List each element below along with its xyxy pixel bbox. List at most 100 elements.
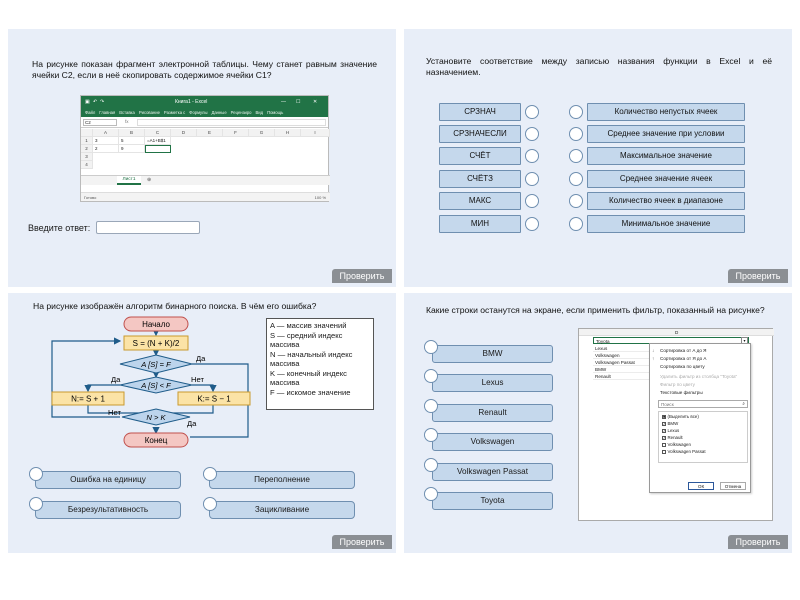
column-header[interactable]: C xyxy=(145,129,171,137)
column-header[interactable]: A xyxy=(93,129,119,137)
ribbon-tab[interactable]: Помощь xyxy=(267,110,283,115)
cancel-button[interactable]: Отмена xyxy=(720,482,746,490)
maximize-icon[interactable]: ☐ xyxy=(296,99,300,105)
sheet-row[interactable]: Volkswagen xyxy=(593,352,653,359)
answer-radio[interactable] xyxy=(29,497,43,511)
meaning-box[interactable]: Количество непустых ячеек xyxy=(587,103,745,121)
function-box[interactable]: СЧЁТЗ xyxy=(439,170,521,188)
answer-option[interactable]: Volkswagen xyxy=(432,433,553,451)
column-header[interactable]: D xyxy=(675,329,678,336)
row-header[interactable]: 2 xyxy=(81,145,93,153)
meaning-box[interactable]: Количество ячеек в диапазоне xyxy=(587,192,745,210)
formula-input[interactable] xyxy=(137,119,326,126)
ribbon-tab[interactable]: Вид xyxy=(256,110,264,115)
answer-option[interactable]: Renault xyxy=(432,404,553,422)
cell-a2[interactable]: 2 xyxy=(93,145,119,153)
column-header[interactable]: E xyxy=(197,129,223,137)
sheet-row[interactable]: Volkswagen Passat xyxy=(593,359,653,366)
ok-button[interactable]: ОК xyxy=(688,482,714,490)
cell-c1[interactable]: =A1+B$1 xyxy=(145,137,171,145)
name-box[interactable]: C2 xyxy=(83,119,117,126)
match-circle-left[interactable] xyxy=(525,172,539,186)
sheet-tab[interactable]: Лист1 xyxy=(117,176,141,185)
answer-option[interactable]: Безрезультативность xyxy=(35,501,181,519)
match-circle-right[interactable] xyxy=(569,105,583,119)
corner-cell[interactable] xyxy=(81,129,93,137)
ribbon-tab[interactable]: Разметка с xyxy=(164,110,185,115)
function-box[interactable]: МИН xyxy=(439,215,521,233)
filter-checkbox[interactable]: ✓ BMW xyxy=(662,421,678,427)
column-header[interactable]: G xyxy=(249,129,275,137)
check-button[interactable]: Проверить xyxy=(332,535,392,549)
row-header[interactable]: 4 xyxy=(81,161,93,169)
filter-search-box[interactable]: Поиск ⌕ xyxy=(658,400,748,408)
cell-a1[interactable]: 3 xyxy=(93,137,119,145)
ribbon-tab[interactable]: Главная xyxy=(99,110,115,115)
ribbon-tab[interactable]: Данные xyxy=(212,110,227,115)
meaning-box[interactable]: Среднее значение ячеек xyxy=(587,170,745,188)
answer-checkbox[interactable] xyxy=(424,458,438,472)
minimize-icon[interactable]: — xyxy=(281,99,286,105)
check-button[interactable]: Проверить xyxy=(332,269,392,283)
column-header[interactable]: I xyxy=(301,129,330,137)
answer-checkbox[interactable] xyxy=(424,399,438,413)
row-header[interactable]: 1 xyxy=(81,137,93,145)
function-box[interactable]: СЧЁТ xyxy=(439,147,521,165)
answer-checkbox[interactable] xyxy=(424,428,438,442)
cell-b1[interactable]: 5 xyxy=(119,137,145,145)
answer-radio[interactable] xyxy=(203,497,217,511)
match-circle-right[interactable] xyxy=(569,127,583,141)
menu-item[interactable]: Сортировка по цвету xyxy=(660,363,705,370)
ribbon-tab[interactable]: Файл xyxy=(85,110,95,115)
answer-radio[interactable] xyxy=(203,467,217,481)
meaning-box[interactable]: Минимальное значение xyxy=(587,215,745,233)
add-sheet-icon[interactable]: ⊕ xyxy=(147,177,151,183)
match-circle-right[interactable] xyxy=(569,194,583,208)
menu-item[interactable]: Текстовые фильтры xyxy=(660,389,703,396)
match-circle-right[interactable] xyxy=(569,149,583,163)
sheet-row[interactable]: Lexus xyxy=(593,345,653,352)
function-box[interactable]: СРЗНАЧЕСЛИ xyxy=(439,125,521,143)
answer-option[interactable]: Зацикливание xyxy=(209,501,355,519)
function-box[interactable]: МАКС xyxy=(439,192,521,210)
filter-checkbox[interactable]: Volkswagen Passat xyxy=(662,449,706,455)
menu-item[interactable]: Фильтр по цвету xyxy=(660,381,695,388)
answer-option[interactable]: Toyota xyxy=(432,492,553,510)
answer-input[interactable] xyxy=(96,221,200,234)
match-circle-left[interactable] xyxy=(525,127,539,141)
check-button[interactable]: Проверить xyxy=(728,269,788,283)
answer-checkbox[interactable] xyxy=(424,369,438,383)
filter-checkbox[interactable]: ✓ Lexus xyxy=(662,428,679,434)
column-header[interactable]: D xyxy=(171,129,197,137)
ribbon-tab[interactable]: Формулы xyxy=(189,110,207,115)
answer-checkbox[interactable] xyxy=(424,340,438,354)
match-circle-right[interactable] xyxy=(569,217,583,231)
menu-item[interactable]: Сортировка от А до Я xyxy=(660,347,707,354)
function-box[interactable]: СРЗНАЧ xyxy=(439,103,521,121)
match-circle-left[interactable] xyxy=(525,217,539,231)
answer-option[interactable]: BMW xyxy=(432,345,553,363)
ribbon-tab[interactable]: Рецензиро xyxy=(231,110,252,115)
match-circle-left[interactable] xyxy=(525,149,539,163)
answer-checkbox[interactable] xyxy=(424,487,438,501)
row-header[interactable]: 3 xyxy=(81,153,93,161)
match-circle-right[interactable] xyxy=(569,172,583,186)
meaning-box[interactable]: Среднее значение при условии xyxy=(587,125,745,143)
column-header[interactable]: B xyxy=(119,129,145,137)
match-circle-left[interactable] xyxy=(525,194,539,208)
answer-option[interactable]: Lexus xyxy=(432,374,553,392)
zoom-level[interactable]: 100 % xyxy=(315,193,326,202)
cell-b2[interactable]: 9 xyxy=(119,145,145,153)
answer-option[interactable]: Volkswagen Passat xyxy=(432,463,553,481)
sheet-row[interactable]: BMW xyxy=(593,366,653,373)
sheet-row[interactable]: Renault xyxy=(593,373,653,380)
answer-radio[interactable] xyxy=(29,467,43,481)
close-icon[interactable]: ✕ xyxy=(313,99,317,105)
match-circle-left[interactable] xyxy=(525,105,539,119)
menu-item[interactable]: Удалить фильтр из столбца "Toyota" xyxy=(660,373,737,380)
meaning-box[interactable]: Максимальное значение xyxy=(587,147,745,165)
filter-checkbox[interactable]: Volkswagen xyxy=(662,442,691,448)
ribbon-tab[interactable]: Вставка xyxy=(119,110,135,115)
menu-item[interactable]: Сортировка от Я до А xyxy=(660,355,707,362)
check-button[interactable]: Проверить xyxy=(728,535,788,549)
